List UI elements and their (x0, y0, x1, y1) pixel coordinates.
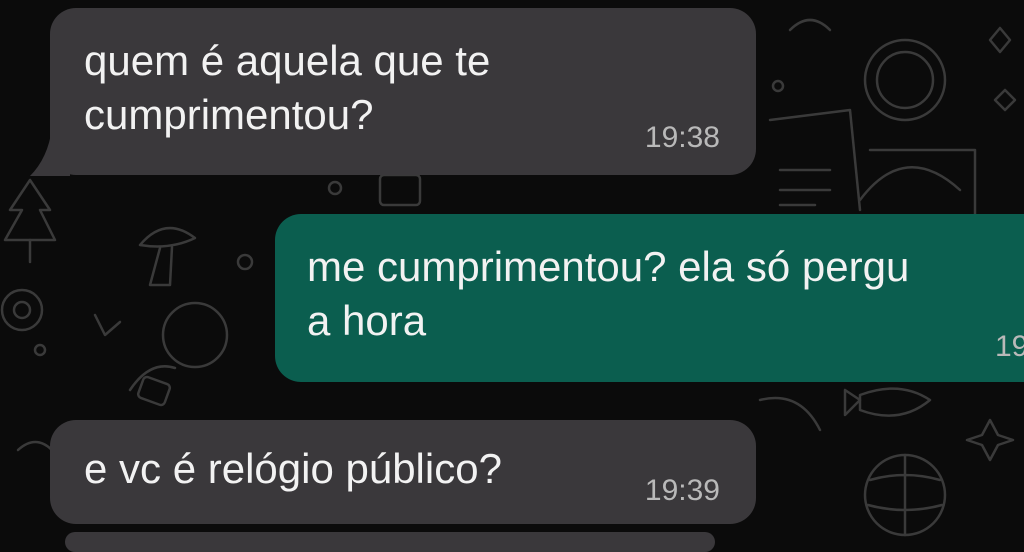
message-text-line-2: a hora (307, 297, 427, 344)
diamond-doodle (988, 26, 1012, 54)
message-timestamp: 19 (995, 330, 1024, 363)
message-text-line-1: me cumprimentou? ela só pergu (307, 243, 910, 290)
incoming-message-bubble[interactable]: quem é aquela que te cumprimentou? 19:38 (50, 8, 756, 175)
astronaut-doodle (161, 301, 229, 369)
mushroom-doodle (138, 226, 197, 248)
message-timestamp: 19:38 (644, 121, 720, 154)
partial-message-bubble (65, 532, 715, 552)
outgoing-message-bubble[interactable]: me cumprimentou? ela só pergu a hora 19 (275, 214, 1024, 382)
bubble-tail (30, 128, 70, 176)
tree-doodle (3, 178, 57, 242)
incoming-message-bubble[interactable]: e vc é relógio público? 19:39 (50, 420, 756, 524)
message-timestamp: 19:39 (644, 474, 720, 507)
message-text-line-1: quem é aquela que te (84, 37, 491, 84)
fish-doodle (858, 387, 932, 417)
